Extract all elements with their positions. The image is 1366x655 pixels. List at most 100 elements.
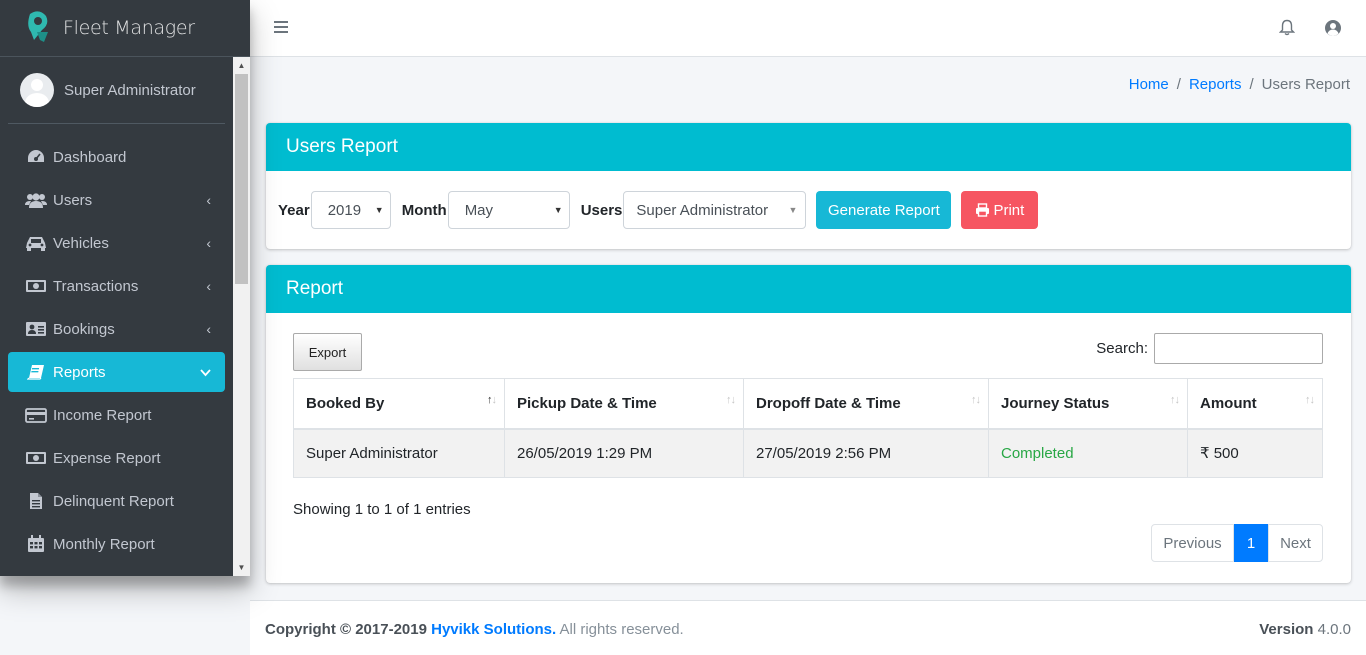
avatar (20, 73, 54, 107)
month-label: Month (401, 201, 447, 219)
users-select-value: Super Administrator (636, 201, 769, 219)
sidebar-item-monthly-report[interactable]: Monthly Report (8, 524, 225, 564)
credit-card-icon (25, 406, 47, 424)
sidebar-item-expense-report[interactable]: Expense Report (8, 438, 225, 478)
breadcrumb-separator: / (1249, 76, 1254, 93)
footer: Copyright © 2017-2019 Hyvikk Solutions. … (250, 600, 1366, 655)
sidebar-item-label: Monthly Report (53, 535, 155, 553)
print-button[interactable]: Print (961, 191, 1039, 229)
sidebar-item-bookings[interactable]: Bookings ‹ (8, 309, 225, 349)
sidebar-item-label: Vehicles (53, 234, 109, 252)
breadcrumb-separator: / (1176, 76, 1181, 93)
version-number: 4.0.0 (1317, 621, 1351, 638)
column-header-journey-status[interactable]: Journey Status ↑↓ (988, 378, 1188, 430)
generate-report-button[interactable]: Generate Report (816, 191, 952, 229)
scroll-down-icon[interactable]: ▼ (233, 559, 250, 576)
scroll-up-icon[interactable]: ▲ (233, 57, 250, 74)
sidebar-item-users[interactable]: Users ‹ (8, 180, 225, 220)
car-icon (25, 234, 47, 252)
table-row: Super Administrator 26/05/2019 1:29 PM 2… (293, 428, 1323, 478)
rights-text: All rights reserved. (559, 621, 684, 638)
bell-icon[interactable] (1278, 19, 1296, 40)
caret-down-icon: ▼ (788, 205, 798, 215)
month-select[interactable]: May ▼ (447, 191, 570, 229)
book-icon (25, 363, 47, 381)
pagination: Previous 1 Next (1151, 524, 1323, 562)
year-select[interactable]: 2019 ▼ (310, 191, 391, 229)
brand-name: Fleet Manager (63, 17, 195, 39)
sidebar-item-reports[interactable]: Reports (8, 352, 225, 392)
users-icon (25, 191, 47, 209)
footer-version: Version 4.0.0 (1259, 621, 1351, 638)
chevron-down-icon (200, 364, 211, 380)
sidebar-scrollbar[interactable]: ▲ ▼ (233, 57, 250, 576)
breadcrumb: Home / Reports / Users Report (1129, 76, 1350, 93)
card-title: Users Report (266, 123, 1351, 171)
chevron-left-icon: ‹ (206, 192, 211, 208)
breadcrumb-reports[interactable]: Reports (1189, 76, 1242, 93)
column-header-pickup[interactable]: Pickup Date & Time ↑↓ (504, 378, 744, 430)
sidebar-user-name: Super Administrator (64, 81, 196, 99)
sort-icon: ↑↓ (971, 394, 981, 406)
sidebar-item-dashboard[interactable]: Dashboard (8, 137, 225, 177)
column-header-dropoff[interactable]: Dropoff Date & Time ↑↓ (743, 378, 989, 430)
scrollbar-thumb[interactable] (235, 74, 248, 284)
month-select-value: May (464, 201, 494, 219)
cell-dropoff: 27/05/2019 2:56 PM (743, 428, 989, 478)
sidebar-item-delinquent-report[interactable]: Delinquent Report (8, 481, 225, 521)
cell-amount: ₹ 500 (1187, 428, 1323, 478)
previous-page-button[interactable]: Previous (1151, 524, 1234, 562)
sidebar-item-label: Reports (53, 363, 106, 381)
column-header-booked-by[interactable]: Booked By ↑↓ (293, 378, 505, 430)
sidebar-item-transactions[interactable]: Transactions ‹ (8, 266, 225, 306)
sidebar-nav: Dashboard Users ‹ Vehicles ‹ Transaction… (0, 124, 233, 564)
caret-down-icon: ▼ (553, 205, 563, 215)
column-header-amount[interactable]: Amount ↑↓ (1187, 378, 1323, 430)
report-table: Booked By ↑↓ Pickup Date & Time ↑↓ Dropoff… (293, 378, 1323, 478)
copyright-text: Copyright © 2017-2019 (265, 621, 427, 638)
sort-icon: ↑↓ (1170, 394, 1180, 406)
next-page-button[interactable]: Next (1268, 524, 1323, 562)
sidebar-item-label: Expense Report (53, 449, 161, 467)
sidebar-item-label: Users (53, 191, 93, 209)
hamburger-menu-icon[interactable] (274, 21, 288, 35)
sidebar-item-income-report[interactable]: Income Report (8, 395, 225, 435)
user-panel[interactable]: Super Administrator (8, 57, 225, 124)
caret-down-icon: ▼ (374, 205, 384, 215)
top-navbar (250, 0, 1366, 57)
file-icon (25, 492, 47, 510)
sidebar: Fleet Manager Super Administrator Dashbo… (0, 0, 250, 576)
footer-copyright: Copyright © 2017-2019 Hyvikk Solutions. … (265, 621, 684, 638)
export-button[interactable]: Export (293, 333, 362, 371)
breadcrumb-home[interactable]: Home (1129, 76, 1169, 93)
calendar-icon (25, 535, 47, 553)
sort-icon: ↑↓ (487, 394, 497, 406)
users-label: Users (580, 201, 623, 219)
company-link[interactable]: Hyvikk Solutions. (431, 621, 556, 638)
card-title: Report (266, 265, 1351, 313)
breadcrumb-current: Users Report (1261, 76, 1350, 93)
print-button-label: Print (993, 201, 1025, 219)
sidebar-item-vehicles[interactable]: Vehicles ‹ (8, 223, 225, 263)
money-icon (25, 449, 47, 467)
filter-form: Year 2019 ▼ Month May ▼ Users Super Admi… (278, 191, 1039, 229)
cell-pickup: 26/05/2019 1:29 PM (504, 428, 744, 478)
chevron-left-icon: ‹ (206, 278, 211, 294)
table-search: Search: (1096, 333, 1323, 364)
search-input[interactable] (1154, 333, 1323, 364)
brand[interactable]: Fleet Manager (0, 0, 250, 57)
table-header-row: Booked By ↑↓ Pickup Date & Time ↑↓ Dropoff… (293, 378, 1323, 430)
user-circle-icon[interactable] (1324, 19, 1342, 41)
print-icon (975, 203, 990, 217)
table-info: Showing 1 to 1 of 1 entries (293, 501, 471, 518)
users-report-card: Users Report Year 2019 ▼ Month May ▼ Use… (266, 123, 1351, 249)
sort-icon: ↑↓ (1305, 394, 1315, 406)
version-label: Version (1259, 621, 1314, 638)
sidebar-item-label: Delinquent Report (53, 492, 174, 510)
report-card: Report Export Search: Booked By ↑↓ Pickup… (266, 265, 1351, 583)
year-label: Year (278, 201, 310, 219)
users-select[interactable]: Super Administrator ▼ (623, 191, 807, 229)
dashboard-icon (25, 148, 47, 166)
sidebar-item-label: Transactions (53, 277, 139, 295)
page-1-button[interactable]: 1 (1234, 524, 1268, 562)
